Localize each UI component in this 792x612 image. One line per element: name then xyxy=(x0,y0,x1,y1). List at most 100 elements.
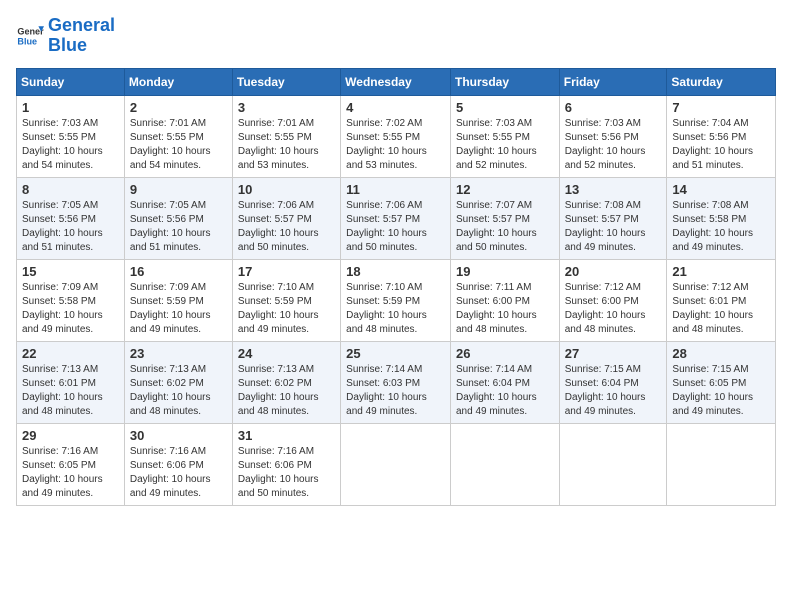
day-info: Sunrise: 7:16 AMSunset: 6:06 PMDaylight:… xyxy=(238,445,335,501)
calendar-cell: 22 Sunrise: 7:13 AMSunset: 6:01 PMDaylig… xyxy=(17,341,125,423)
day-info: Sunrise: 7:09 AMSunset: 5:59 PMDaylight:… xyxy=(130,281,227,337)
day-number: 31 xyxy=(238,428,335,443)
day-number: 6 xyxy=(565,100,662,115)
day-number: 4 xyxy=(346,100,445,115)
calendar-week-1: 1 Sunrise: 7:03 AMSunset: 5:55 PMDayligh… xyxy=(17,95,776,177)
day-number: 30 xyxy=(130,428,227,443)
calendar-cell: 21 Sunrise: 7:12 AMSunset: 6:01 PMDaylig… xyxy=(667,259,776,341)
day-number: 3 xyxy=(238,100,335,115)
day-info: Sunrise: 7:08 AMSunset: 5:58 PMDaylight:… xyxy=(672,199,770,255)
calendar-cell: 25 Sunrise: 7:14 AMSunset: 6:03 PMDaylig… xyxy=(341,341,451,423)
page-header: General Blue General Blue xyxy=(16,16,776,56)
calendar-header-wednesday: Wednesday xyxy=(341,68,451,95)
day-number: 23 xyxy=(130,346,227,361)
day-number: 13 xyxy=(565,182,662,197)
calendar-cell: 19 Sunrise: 7:11 AMSunset: 6:00 PMDaylig… xyxy=(450,259,559,341)
calendar-week-3: 15 Sunrise: 7:09 AMSunset: 5:58 PMDaylig… xyxy=(17,259,776,341)
calendar-header-tuesday: Tuesday xyxy=(232,68,340,95)
calendar-cell xyxy=(450,423,559,505)
day-info: Sunrise: 7:10 AMSunset: 5:59 PMDaylight:… xyxy=(238,281,335,337)
calendar-cell: 17 Sunrise: 7:10 AMSunset: 5:59 PMDaylig… xyxy=(232,259,340,341)
calendar-cell: 23 Sunrise: 7:13 AMSunset: 6:02 PMDaylig… xyxy=(124,341,232,423)
day-info: Sunrise: 7:03 AMSunset: 5:56 PMDaylight:… xyxy=(565,117,662,173)
calendar-cell: 4 Sunrise: 7:02 AMSunset: 5:55 PMDayligh… xyxy=(341,95,451,177)
calendar-cell: 31 Sunrise: 7:16 AMSunset: 6:06 PMDaylig… xyxy=(232,423,340,505)
calendar-cell: 26 Sunrise: 7:14 AMSunset: 6:04 PMDaylig… xyxy=(450,341,559,423)
calendar-cell: 18 Sunrise: 7:10 AMSunset: 5:59 PMDaylig… xyxy=(341,259,451,341)
calendar-cell xyxy=(667,423,776,505)
day-info: Sunrise: 7:13 AMSunset: 6:01 PMDaylight:… xyxy=(22,363,119,419)
calendar-header-sunday: Sunday xyxy=(17,68,125,95)
day-number: 9 xyxy=(130,182,227,197)
day-number: 5 xyxy=(456,100,554,115)
calendar-header-saturday: Saturday xyxy=(667,68,776,95)
calendar-cell: 9 Sunrise: 7:05 AMSunset: 5:56 PMDayligh… xyxy=(124,177,232,259)
calendar-cell: 8 Sunrise: 7:05 AMSunset: 5:56 PMDayligh… xyxy=(17,177,125,259)
day-info: Sunrise: 7:01 AMSunset: 5:55 PMDaylight:… xyxy=(238,117,335,173)
day-info: Sunrise: 7:15 AMSunset: 6:04 PMDaylight:… xyxy=(565,363,662,419)
day-number: 17 xyxy=(238,264,335,279)
day-number: 8 xyxy=(22,182,119,197)
calendar-cell: 27 Sunrise: 7:15 AMSunset: 6:04 PMDaylig… xyxy=(559,341,667,423)
day-number: 1 xyxy=(22,100,119,115)
calendar-cell xyxy=(559,423,667,505)
calendar-cell: 2 Sunrise: 7:01 AMSunset: 5:55 PMDayligh… xyxy=(124,95,232,177)
calendar-cell: 1 Sunrise: 7:03 AMSunset: 5:55 PMDayligh… xyxy=(17,95,125,177)
calendar-cell: 5 Sunrise: 7:03 AMSunset: 5:55 PMDayligh… xyxy=(450,95,559,177)
day-info: Sunrise: 7:15 AMSunset: 6:05 PMDaylight:… xyxy=(672,363,770,419)
day-number: 27 xyxy=(565,346,662,361)
svg-text:Blue: Blue xyxy=(17,36,37,46)
calendar-cell: 16 Sunrise: 7:09 AMSunset: 5:59 PMDaylig… xyxy=(124,259,232,341)
day-number: 20 xyxy=(565,264,662,279)
calendar-cell: 12 Sunrise: 7:07 AMSunset: 5:57 PMDaylig… xyxy=(450,177,559,259)
logo-text: General Blue xyxy=(48,16,115,56)
day-number: 29 xyxy=(22,428,119,443)
day-info: Sunrise: 7:16 AMSunset: 6:05 PMDaylight:… xyxy=(22,445,119,501)
day-info: Sunrise: 7:07 AMSunset: 5:57 PMDaylight:… xyxy=(456,199,554,255)
day-number: 21 xyxy=(672,264,770,279)
day-number: 25 xyxy=(346,346,445,361)
day-number: 22 xyxy=(22,346,119,361)
logo-icon: General Blue xyxy=(16,22,44,50)
calendar-cell: 28 Sunrise: 7:15 AMSunset: 6:05 PMDaylig… xyxy=(667,341,776,423)
day-number: 24 xyxy=(238,346,335,361)
day-number: 12 xyxy=(456,182,554,197)
day-info: Sunrise: 7:11 AMSunset: 6:00 PMDaylight:… xyxy=(456,281,554,337)
logo: General Blue General Blue xyxy=(16,16,115,56)
day-number: 28 xyxy=(672,346,770,361)
day-number: 11 xyxy=(346,182,445,197)
day-number: 26 xyxy=(456,346,554,361)
day-info: Sunrise: 7:01 AMSunset: 5:55 PMDaylight:… xyxy=(130,117,227,173)
day-info: Sunrise: 7:13 AMSunset: 6:02 PMDaylight:… xyxy=(130,363,227,419)
day-info: Sunrise: 7:03 AMSunset: 5:55 PMDaylight:… xyxy=(22,117,119,173)
day-info: Sunrise: 7:05 AMSunset: 5:56 PMDaylight:… xyxy=(130,199,227,255)
calendar-cell: 14 Sunrise: 7:08 AMSunset: 5:58 PMDaylig… xyxy=(667,177,776,259)
day-info: Sunrise: 7:14 AMSunset: 6:04 PMDaylight:… xyxy=(456,363,554,419)
calendar-cell: 6 Sunrise: 7:03 AMSunset: 5:56 PMDayligh… xyxy=(559,95,667,177)
day-number: 7 xyxy=(672,100,770,115)
calendar-header-thursday: Thursday xyxy=(450,68,559,95)
day-info: Sunrise: 7:16 AMSunset: 6:06 PMDaylight:… xyxy=(130,445,227,501)
calendar-cell: 29 Sunrise: 7:16 AMSunset: 6:05 PMDaylig… xyxy=(17,423,125,505)
day-number: 16 xyxy=(130,264,227,279)
calendar-cell: 15 Sunrise: 7:09 AMSunset: 5:58 PMDaylig… xyxy=(17,259,125,341)
day-number: 14 xyxy=(672,182,770,197)
day-info: Sunrise: 7:09 AMSunset: 5:58 PMDaylight:… xyxy=(22,281,119,337)
calendar-cell xyxy=(341,423,451,505)
calendar-cell: 7 Sunrise: 7:04 AMSunset: 5:56 PMDayligh… xyxy=(667,95,776,177)
day-info: Sunrise: 7:12 AMSunset: 6:00 PMDaylight:… xyxy=(565,281,662,337)
day-info: Sunrise: 7:13 AMSunset: 6:02 PMDaylight:… xyxy=(238,363,335,419)
day-number: 10 xyxy=(238,182,335,197)
day-info: Sunrise: 7:06 AMSunset: 5:57 PMDaylight:… xyxy=(238,199,335,255)
day-number: 19 xyxy=(456,264,554,279)
day-info: Sunrise: 7:03 AMSunset: 5:55 PMDaylight:… xyxy=(456,117,554,173)
calendar-cell: 3 Sunrise: 7:01 AMSunset: 5:55 PMDayligh… xyxy=(232,95,340,177)
calendar-header-monday: Monday xyxy=(124,68,232,95)
day-info: Sunrise: 7:12 AMSunset: 6:01 PMDaylight:… xyxy=(672,281,770,337)
day-number: 2 xyxy=(130,100,227,115)
day-info: Sunrise: 7:05 AMSunset: 5:56 PMDaylight:… xyxy=(22,199,119,255)
calendar-cell: 24 Sunrise: 7:13 AMSunset: 6:02 PMDaylig… xyxy=(232,341,340,423)
calendar-header-friday: Friday xyxy=(559,68,667,95)
day-number: 15 xyxy=(22,264,119,279)
day-info: Sunrise: 7:10 AMSunset: 5:59 PMDaylight:… xyxy=(346,281,445,337)
